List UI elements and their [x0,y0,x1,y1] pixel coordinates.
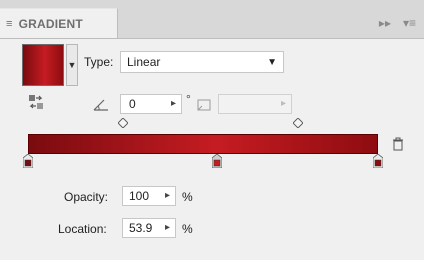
stepper-icon[interactable]: ▸ [165,222,170,233]
panel-title: GRADIENT [18,16,83,31]
angle-icon [93,99,108,111]
midpoint-diamond[interactable] [117,118,128,128]
stepper-icon[interactable]: ▸ [165,190,170,201]
gradient-type-value: Linear [127,55,161,69]
gradient-swatch[interactable] [22,44,64,86]
angle-value: 0 [129,97,136,111]
stepper-icon[interactable]: ▸ [171,98,176,109]
swatch-dropdown-button[interactable]: ▼ [66,44,78,86]
delete-stop-icon[interactable] [392,137,404,151]
aspect-ratio-icon [197,99,211,111]
color-stop[interactable] [373,154,383,168]
location-input[interactable]: 53.9 ▸ [122,218,176,238]
reverse-gradient-icon[interactable] [28,94,44,110]
panel-menu-icon[interactable]: ▾≡ [403,16,416,30]
gradient-type-select[interactable]: Linear ▼ [120,51,284,73]
location-unit: % [182,222,193,236]
collapse-icon[interactable]: ▸▸ [379,16,391,30]
stepper-icon: ▸ [280,98,286,109]
panel-tab-gradient[interactable]: ≡ GRADIENT [0,8,118,38]
selected-color-stop[interactable] [211,154,222,168]
chevron-down-icon: ▼ [267,57,277,68]
chevron-down-icon: ▼ [67,60,77,70]
panel-title-icons: ▸▸ ▾≡ [379,16,416,30]
angle-unit: ° [186,92,191,106]
panel-titlebar: ≡ GRADIENT ▸▸ ▾≡ [0,0,424,39]
location-value: 53.9 [129,221,153,235]
opacity-label: Opacity: [64,190,109,204]
angle-input[interactable]: 0 ▸ [120,94,182,114]
aspect-ratio-input[interactable]: ▸ [218,94,292,114]
opacity-value: 100 [129,189,150,203]
gradient-bar[interactable] [28,134,378,154]
midpoint-diamond[interactable] [292,118,303,128]
gradient-slider[interactable] [23,118,386,170]
color-stop[interactable] [23,154,33,168]
gradient-panel: ≡ GRADIENT ▸▸ ▾≡ ▼ Type: Linear ▼ 0 ▸ ° … [0,0,424,260]
opacity-input[interactable]: 100 ▸ [122,186,176,206]
type-label: Type: [84,55,114,69]
opacity-unit: % [182,190,193,204]
location-label: Location: [58,222,107,236]
panel-grip-icon: ≡ [6,17,13,30]
